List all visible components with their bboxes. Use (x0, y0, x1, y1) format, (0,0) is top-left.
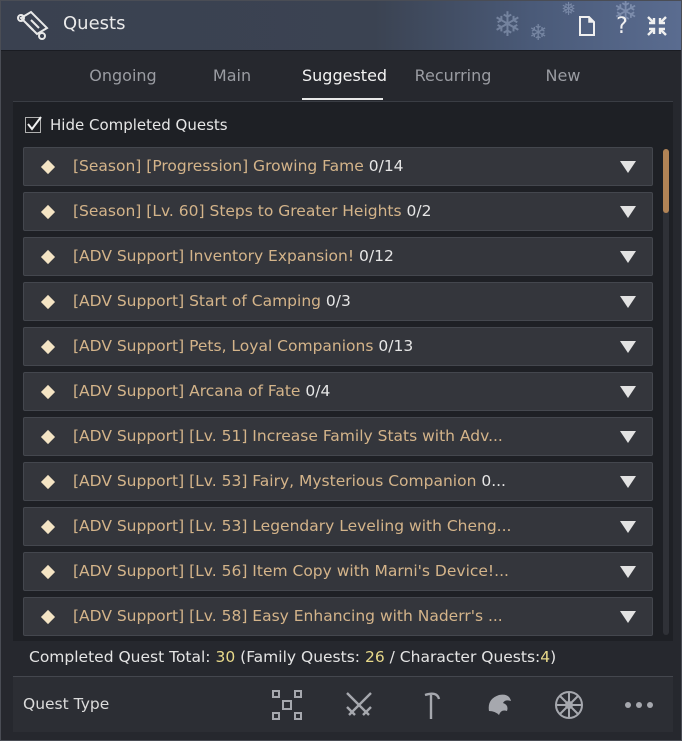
quest-item[interactable]: [ADV Support] Arcana of Fate 0/4 (23, 372, 653, 411)
quest-item[interactable]: [ADV Support] Start of Camping 0/3 (23, 282, 653, 321)
chevron-down-icon[interactable] (620, 431, 636, 443)
quest-title: [ADV Support] [Lv. 51] Increase Family S… (73, 427, 503, 445)
family-label: (Family Quests: (240, 648, 361, 666)
quest-type-bar: Quest Type (13, 676, 673, 732)
quest-progress: 0/4 (305, 382, 331, 400)
character-label: Character Quests: (399, 648, 541, 666)
quest-item[interactable]: [ADV Support] [Lv. 51] Increase Family S… (23, 417, 653, 456)
chevron-down-icon[interactable] (620, 476, 636, 488)
quest-diamond-icon (40, 249, 56, 265)
quest-diamond-icon (40, 609, 56, 625)
chevron-down-icon[interactable] (620, 206, 636, 218)
quest-diamond-icon (40, 339, 56, 355)
quest-item[interactable]: [ADV Support] [Lv. 56] Item Copy with Ma… (23, 552, 653, 591)
tab-recurring[interactable]: Recurring (407, 66, 499, 100)
quest-type-label: Quest Type (23, 695, 110, 713)
tab-new[interactable]: New (528, 66, 598, 100)
family-count: 26 (364, 648, 385, 666)
quest-title: [ADV Support] [Lv. 58] Easy Enhancing wi… (73, 607, 503, 625)
totals-close: ) (550, 648, 557, 666)
hide-completed-toggle[interactable]: Hide Completed Quests (25, 115, 228, 135)
quest-title: [ADV Support] [Lv. 56] Item Copy with Ma… (73, 562, 509, 580)
tab-bar: Ongoing Main Suggested Recurring New (13, 52, 673, 100)
scroll-icon (15, 10, 53, 42)
document-icon[interactable] (573, 12, 601, 40)
window-title: Quests (63, 13, 126, 34)
chevron-down-icon[interactable] (620, 611, 636, 623)
tab-main[interactable]: Main (197, 66, 267, 100)
quest-item[interactable]: [ADV Support] [Lv. 53] Legendary Levelin… (23, 507, 653, 546)
scrollbar-thumb[interactable] (663, 149, 669, 213)
quest-progress: 0/13 (378, 337, 414, 355)
quest-diamond-icon (40, 564, 56, 580)
scrollbar-track[interactable] (663, 149, 669, 635)
chevron-down-icon[interactable] (620, 161, 636, 173)
quest-item[interactable]: [ADV Support] [Lv. 58] Easy Enhancing wi… (23, 597, 653, 636)
crossed-swords-icon[interactable] (341, 687, 377, 723)
chevron-down-icon[interactable] (620, 386, 636, 398)
quest-item[interactable]: [ADV Support] Inventory Expansion! 0/12 (23, 237, 653, 276)
quest-diamond-icon (40, 294, 56, 310)
quest-progress: 0/14 (368, 157, 404, 175)
quest-item[interactable]: [Season] [Progression] Growing Fame 0/14 (23, 147, 653, 186)
hide-completed-label: Hide Completed Quests (50, 116, 228, 134)
character-count: 4 (540, 648, 551, 666)
grid-icon[interactable] (269, 687, 305, 723)
wheel-icon[interactable] (551, 687, 587, 723)
sickle-icon[interactable] (413, 687, 449, 723)
quest-diamond-icon (40, 429, 56, 445)
quest-title: [ADV Support] Inventory Expansion! (73, 247, 355, 265)
completed-quest-totals: Completed Quest Total: 30 (Family Quests… (29, 648, 556, 666)
chevron-down-icon[interactable] (620, 296, 636, 308)
help-icon[interactable]: ? (608, 12, 636, 40)
chevron-down-icon[interactable] (620, 341, 636, 353)
totals-count: 30 (215, 648, 236, 666)
hide-completed-checkbox[interactable] (25, 116, 42, 133)
tab-suggested[interactable]: Suggested (302, 66, 387, 100)
fish-icon[interactable] (481, 687, 517, 723)
tab-ongoing[interactable]: Ongoing (77, 66, 169, 100)
checkmark-icon (27, 116, 42, 131)
collapse-icon[interactable] (643, 12, 671, 40)
chevron-down-icon[interactable] (620, 521, 636, 533)
quest-window: ❄ ❄ ❄ ❅ Quests ? Ongoing Main Suggested … (0, 0, 682, 741)
quest-item[interactable]: [Season] [Lv. 60] Steps to Greater Heigh… (23, 192, 653, 231)
quest-diamond-icon (40, 384, 56, 400)
quest-title: [ADV Support] Start of Camping (73, 292, 321, 310)
chevron-down-icon[interactable] (620, 251, 636, 263)
quest-diamond-icon (40, 519, 56, 535)
quest-item[interactable]: [ADV Support] Pets, Loyal Companions 0/1… (23, 327, 653, 366)
title-bar[interactable]: ❄ ❄ ❄ ❅ Quests ? (1, 1, 681, 51)
quest-title: [Season] [Progression] Growing Fame (73, 157, 364, 175)
quest-diamond-icon (40, 204, 56, 220)
quest-progress: 0/2 (406, 202, 432, 220)
quest-title: [ADV Support] [Lv. 53] Legendary Levelin… (73, 517, 512, 535)
quest-title: [ADV Support] Arcana of Fate (73, 382, 301, 400)
quest-progress: 0... (481, 472, 506, 490)
more-icon[interactable] (621, 687, 657, 723)
quest-title: [Season] [Lv. 60] Steps to Greater Heigh… (73, 202, 402, 220)
quest-title: [ADV Support] [Lv. 53] Fairy, Mysterious… (73, 472, 477, 490)
quest-item[interactable]: [ADV Support] [Lv. 53] Fairy, Mysterious… (23, 462, 653, 501)
chevron-down-icon[interactable] (620, 566, 636, 578)
quest-diamond-icon (40, 474, 56, 490)
quest-diamond-icon (40, 159, 56, 175)
quest-title: [ADV Support] Pets, Loyal Companions (73, 337, 374, 355)
quest-progress: 0/12 (359, 247, 394, 265)
quest-progress: 0/3 (325, 292, 351, 310)
totals-separator: / (389, 648, 395, 666)
totals-label: Completed Quest Total: (29, 648, 211, 666)
